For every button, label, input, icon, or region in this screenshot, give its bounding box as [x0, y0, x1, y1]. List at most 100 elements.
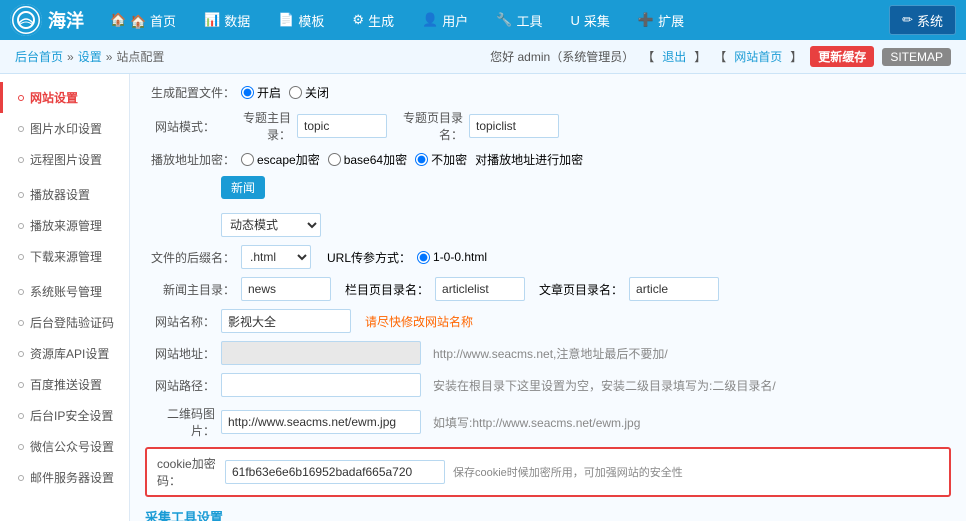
sidebar-dot — [18, 351, 24, 357]
sitemap-button[interactable]: SITEMAP — [882, 48, 951, 66]
radio-enable-input[interactable] — [241, 86, 254, 99]
sidebar-dot — [18, 126, 24, 132]
radio-base64[interactable]: base64加密 — [328, 151, 407, 168]
site-home-link[interactable]: 网站首页 — [734, 48, 782, 65]
logo-text: 海洋 — [48, 7, 84, 33]
sidebar-item-api[interactable]: 资源库API设置 — [0, 338, 129, 369]
top-nav: 海洋 🏠 🏠 首页 📊 数据 📄 模板 ⚙ 生成 👤 用户 🔧 工具 U 采集 … — [0, 0, 966, 40]
article-dir-input[interactable] — [629, 277, 719, 301]
radio-escape[interactable]: escape加密 — [241, 151, 320, 168]
sidebar-item-player[interactable]: 播放器设置 — [0, 179, 129, 210]
encrypt-hint: 对播放地址进行加密 — [475, 151, 583, 168]
logo: 海洋 — [10, 4, 84, 36]
breadcrumb-home[interactable]: 后台首页 — [15, 48, 63, 65]
news-dir-label: 新闻主目录： — [145, 281, 235, 298]
sidebar-item-play-source[interactable]: 播放来源管理 — [0, 210, 129, 241]
generate-config-row: 生成配置文件： 开启 关闭 — [145, 84, 951, 101]
sidebar-item-label: 播放来源管理 — [30, 217, 102, 234]
nav-user[interactable]: 👤 用户 — [410, 0, 480, 40]
playurl-encrypt-row: 播放地址加密： escape加密 base64加密 不加密 对播放地址进行加密 — [145, 151, 951, 168]
tools-section-link[interactable]: 采集工具设置 — [145, 510, 223, 521]
main-layout: 网站设置 图片水印设置 远程图片设置 播放器设置 播放来源管理 下载来源管理 系… — [0, 74, 966, 521]
topic-dir-input[interactable] — [297, 114, 387, 138]
nav-system[interactable]: ✏ 系统 — [889, 5, 956, 35]
topic-list-dir-label: 专题页目录名： — [393, 109, 463, 143]
radio-disable-input[interactable] — [289, 86, 302, 99]
site-name-hint: 请尽快修改网站名称 — [365, 313, 473, 330]
sidebar-item-watermark[interactable]: 图片水印设置 — [0, 113, 129, 144]
file-suffix-row: 文件的后缀名： .html .shtml .htm URL传参方式： 1-0-0… — [145, 245, 951, 269]
url-transfer-value: 1-0-0.html — [433, 250, 487, 264]
site-mode-label: 网站模式： — [145, 118, 215, 135]
site-path-input[interactable] — [221, 373, 421, 397]
site-path-hint: 安装在根目录下这里设置为空，安装二级目录填写为:二级目录名/ — [433, 377, 776, 394]
site-name-row: 网站名称： 请尽快修改网站名称 — [145, 309, 951, 333]
cookie-input[interactable] — [225, 460, 445, 484]
sidebar-item-account[interactable]: 系统账号管理 — [0, 276, 129, 307]
sidebar-dot — [18, 413, 24, 419]
news-dir-input[interactable] — [241, 277, 331, 301]
nav-data[interactable]: 📊 数据 — [192, 0, 262, 40]
qr-code-input[interactable] — [221, 410, 421, 434]
site-url-label: 网站地址： — [145, 345, 215, 362]
sidebar-item-baidu[interactable]: 百度推送设置 — [0, 369, 129, 400]
breadcrumb-bar: 后台首页 » 设置 » 站点配置 您好 admin（系统管理员） 【 退出 】 … — [0, 40, 966, 74]
article-dir-label: 文章页目录名： — [539, 281, 623, 298]
sidebar-item-remote-img[interactable]: 远程图片设置 — [0, 144, 129, 175]
nav-home[interactable]: 🏠 🏠 首页 — [98, 0, 188, 40]
update-cache-button[interactable]: 更新缓存 — [810, 46, 874, 67]
radio-url-transfer[interactable]: 1-0-0.html — [417, 250, 487, 264]
sidebar-item-ip-security[interactable]: 后台IP安全设置 — [0, 400, 129, 431]
qr-code-row: 二维码图片： 如填写:http://www.seacms.net/ewm.jpg — [145, 405, 951, 439]
site-path-label: 网站路径： — [145, 377, 215, 394]
column-dir-input[interactable] — [435, 277, 525, 301]
sidebar-item-email[interactable]: 邮件服务器设置 — [0, 462, 129, 493]
site-url-hint: http://www.seacms.net,注意地址最后不要加/ — [433, 345, 668, 362]
cookie-label: cookie加密码： — [157, 455, 217, 489]
sidebar-dot — [18, 95, 24, 101]
breadcrumb-current: 站点配置 — [116, 48, 164, 65]
nav-generate[interactable]: ⚙ 生成 — [340, 0, 406, 40]
breadcrumb-settings[interactable]: 设置 — [78, 48, 102, 65]
site-path-row: 网站路径： 安装在根目录下这里设置为空，安装二级目录填写为:二级目录名/ — [145, 373, 951, 397]
radio-no-encrypt[interactable]: 不加密 — [415, 151, 467, 168]
sidebar-dot — [18, 444, 24, 450]
sidebar-item-label: 播放器设置 — [30, 186, 90, 203]
file-suffix-select[interactable]: .html .shtml .htm — [241, 245, 311, 269]
generate-config-radio-group: 开启 关闭 — [241, 84, 329, 101]
nav-extend[interactable]: ➕ 扩展 — [626, 0, 696, 40]
url-transfer-label: URL传参方式： — [327, 249, 411, 266]
logo-icon — [10, 4, 42, 36]
site-url-input[interactable] — [221, 341, 421, 365]
sidebar-item-download-source[interactable]: 下载来源管理 — [0, 241, 129, 272]
breadcrumb: 后台首页 » 设置 » 站点配置 — [15, 48, 164, 65]
site-name-label: 网站名称： — [145, 313, 215, 330]
sidebar-dot — [18, 382, 24, 388]
radio-disable[interactable]: 关闭 — [289, 84, 329, 101]
topic-list-dir-input[interactable] — [469, 114, 559, 138]
dynamic-mode-select[interactable]: 动态模式 静态模式 — [221, 213, 321, 237]
radio-base64-input[interactable] — [328, 153, 341, 166]
column-dir-label: 栏目页目录名： — [345, 281, 429, 298]
news-row: 新闻 — [145, 176, 951, 205]
logout-link[interactable]: 退出 — [662, 48, 686, 65]
news-tag: 新闻 — [221, 176, 265, 199]
radio-enable[interactable]: 开启 — [241, 84, 281, 101]
sidebar-item-captcha[interactable]: 后台登陆验证码 — [0, 307, 129, 338]
sidebar-item-label: 远程图片设置 — [30, 151, 102, 168]
radio-url-transfer-input[interactable] — [417, 251, 430, 264]
radio-escape-input[interactable] — [241, 153, 254, 166]
site-name-input[interactable] — [221, 309, 351, 333]
playurl-encrypt-label: 播放地址加密： — [145, 151, 235, 168]
nav-tools[interactable]: 🔧 工具 — [484, 0, 554, 40]
sidebar: 网站设置 图片水印设置 远程图片设置 播放器设置 播放来源管理 下载来源管理 系… — [0, 74, 130, 521]
nav-template[interactable]: 📄 模板 — [266, 0, 336, 40]
sidebar-item-label: 邮件服务器设置 — [30, 469, 114, 486]
radio-no-encrypt-input[interactable] — [415, 153, 428, 166]
sidebar-dot — [18, 475, 24, 481]
encrypt-radio-group: escape加密 base64加密 不加密 对播放地址进行加密 — [241, 151, 583, 168]
nav-collect[interactable]: U 采集 — [558, 0, 621, 40]
sidebar-item-website-settings[interactable]: 网站设置 — [0, 82, 129, 113]
sidebar-item-wechat[interactable]: 微信公众号设置 — [0, 431, 129, 462]
sidebar-dot — [18, 254, 24, 260]
